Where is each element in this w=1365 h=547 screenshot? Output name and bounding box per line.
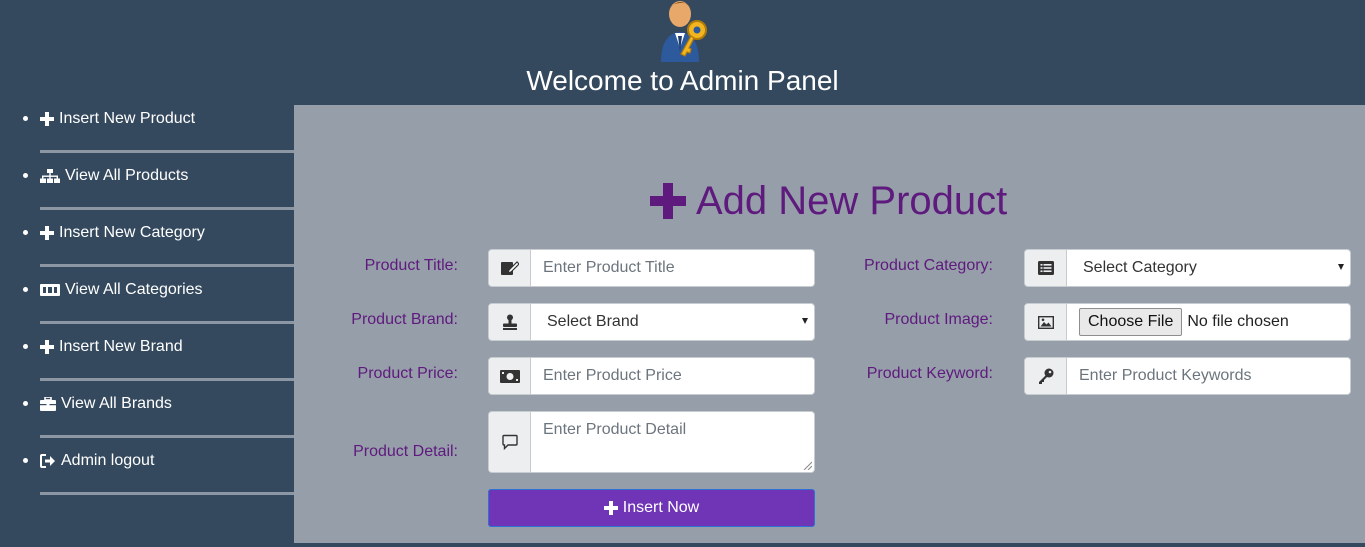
sidebar-item-view-categories[interactable]: View All Categories [0, 279, 294, 336]
sidebar-item-label: Admin logout [61, 452, 155, 469]
comment-icon [489, 412, 531, 472]
product-detail-group [488, 411, 815, 473]
product-brand-group: Select Brand [488, 303, 815, 341]
product-image-label: Product Image: [884, 311, 994, 328]
insert-now-button[interactable]: Insert Now [488, 489, 815, 527]
product-title-label: Product Title: [364, 257, 458, 274]
plus-icon [650, 183, 686, 219]
product-image-group: Choose File No file chosen [1024, 303, 1351, 341]
briefcase-icon [40, 397, 56, 411]
sidebar-item-label: Insert New Category [59, 224, 205, 241]
divider [40, 378, 294, 381]
bottom-strip [0, 543, 1365, 547]
plus-icon [40, 226, 54, 240]
bullet [23, 173, 28, 178]
bullet [23, 458, 28, 463]
sidebar-item-insert-category[interactable]: Insert New Category [0, 222, 294, 279]
sidebar-link-view-categories[interactable]: View All Categories [40, 279, 203, 301]
sidebar-item-label: View All Brands [61, 395, 172, 412]
product-detail-label: Product Detail: [353, 443, 458, 460]
product-category-group: Select Category [1024, 249, 1351, 287]
sidebar-item-admin-logout[interactable]: Admin logout [0, 450, 294, 507]
sitemap-icon [40, 169, 60, 183]
product-category-label: Product Category: [864, 257, 993, 274]
plus-icon [603, 501, 618, 515]
file-status: No file chosen [1187, 313, 1289, 330]
form-title-text: Add New Product [696, 179, 1008, 223]
product-title-input[interactable] [531, 250, 814, 286]
sidebar-item-insert-product[interactable]: Insert New Product [0, 108, 294, 165]
image-icon [1025, 304, 1067, 340]
sidebar-item-label: Insert New Brand [59, 338, 183, 355]
product-keyword-label: Product Keyword: [866, 365, 993, 382]
choose-file-button[interactable]: Choose File [1079, 308, 1183, 336]
plus-icon [40, 112, 54, 126]
chevron-down-icon [1338, 264, 1344, 270]
sidebar: Insert New Product View All Products Ins… [0, 105, 294, 547]
divider [40, 264, 294, 267]
sidebar-item-label: Insert New Product [59, 110, 196, 127]
plus-icon [40, 340, 54, 354]
divider [40, 435, 294, 438]
bullet [23, 116, 28, 121]
bullet [23, 230, 28, 235]
sidebar-link-admin-logout[interactable]: Admin logout [40, 450, 154, 472]
product-category-select-value: Select Category [1083, 259, 1197, 276]
product-price-input[interactable] [531, 358, 814, 394]
sidebar-link-view-brands[interactable]: View All Brands [40, 393, 172, 415]
page-title: Welcome to Admin Panel [526, 65, 839, 96]
bullet [23, 344, 28, 349]
sidebar-link-insert-product[interactable]: Insert New Product [40, 108, 195, 130]
resize-handle-icon[interactable] [803, 461, 812, 470]
divider [40, 150, 294, 153]
list-icon [1025, 250, 1067, 286]
insert-now-label: Insert Now [622, 499, 700, 516]
divider [40, 492, 294, 495]
product-title-group [488, 249, 815, 287]
header: Welcome to Admin Panel [0, 0, 1365, 105]
bullet [23, 401, 28, 406]
product-price-label: Product Price: [357, 365, 458, 382]
key-icon [1025, 358, 1067, 394]
divider [40, 321, 294, 324]
product-image-file-input: Choose File No file chosen [1067, 304, 1350, 340]
sidebar-link-view-products[interactable]: View All Products [40, 165, 188, 187]
money-bill-icon [489, 358, 531, 394]
sidebar-item-view-products[interactable]: View All Products [0, 165, 294, 222]
sidebar-link-insert-brand[interactable]: Insert New Brand [40, 336, 183, 358]
product-keyword-input[interactable] [1067, 358, 1350, 394]
admin-user-key-icon [653, 0, 711, 66]
product-detail-textarea[interactable] [531, 412, 814, 472]
product-brand-select-value: Select Brand [547, 313, 639, 330]
edit-pen-icon [489, 250, 531, 286]
sidebar-item-view-brands[interactable]: View All Brands [0, 393, 294, 450]
main-content: Add New Product Product Title: Product B… [294, 105, 1365, 543]
divider [40, 207, 294, 210]
product-price-group [488, 357, 815, 395]
sidebar-item-label: View All Products [65, 167, 189, 184]
product-brand-label: Product Brand: [351, 311, 458, 328]
sidebar-link-insert-category[interactable]: Insert New Category [40, 222, 205, 244]
product-keyword-group [1024, 357, 1351, 395]
form-title: Add New Product [650, 176, 1007, 226]
product-brand-select[interactable]: Select Brand [531, 304, 814, 340]
chevron-down-icon [802, 318, 808, 324]
bullet [23, 287, 28, 292]
sidebar-item-insert-brand[interactable]: Insert New Brand [0, 336, 294, 393]
stamp-icon [489, 304, 531, 340]
product-category-select[interactable]: Select Category [1067, 250, 1350, 286]
sidebar-item-label: View All Categories [65, 281, 203, 298]
sign-out-icon [40, 454, 55, 468]
grid-table-icon [40, 284, 60, 296]
